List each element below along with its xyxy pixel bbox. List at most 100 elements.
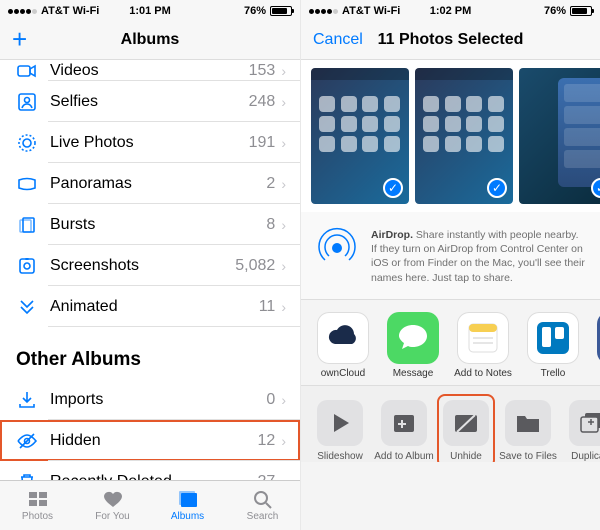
chevron-right-icon: › bbox=[281, 299, 286, 315]
album-row[interactable]: Imports 0 › bbox=[0, 379, 300, 420]
album-label: Recently Deleted bbox=[50, 473, 258, 481]
album-row[interactable]: Videos 153 › bbox=[0, 60, 300, 81]
chevron-right-icon: › bbox=[281, 63, 286, 79]
album-row[interactable]: Hidden 12 › bbox=[0, 420, 300, 461]
action-play[interactable]: Slideshow bbox=[315, 400, 365, 462]
selected-thumbnails[interactable]: ✓ ✓ ✓ bbox=[301, 60, 600, 212]
check-icon: ✓ bbox=[383, 178, 403, 198]
tab-for-you-icon bbox=[101, 489, 125, 509]
album-label: Screenshots bbox=[50, 257, 235, 275]
album-count: 2 bbox=[266, 175, 275, 193]
album-label: Imports bbox=[50, 391, 266, 409]
action-duplicate[interactable]: Duplicate bbox=[567, 400, 600, 462]
album-count: 5,082 bbox=[235, 257, 275, 275]
chevron-right-icon: › bbox=[281, 94, 286, 110]
album-label: Animated bbox=[50, 298, 259, 316]
album-label: Videos bbox=[50, 62, 249, 80]
album-row[interactable]: Selfies 248 › bbox=[0, 81, 300, 122]
phone-albums: AT&T Wi-Fi 1:01 PM 76% + Albums Videos 1… bbox=[0, 0, 300, 530]
action-label: Save to Files bbox=[499, 451, 557, 462]
trash-icon bbox=[16, 471, 38, 481]
actions-row[interactable]: Slideshow Add to Album Unhide Save to Fi… bbox=[301, 386, 600, 462]
clock: 1:01 PM bbox=[103, 5, 198, 17]
tab-albums[interactable]: Albums bbox=[150, 481, 225, 530]
albums-list[interactable]: Videos 153 › Selfies 248 › Live Photos 1… bbox=[0, 60, 300, 480]
page-title: Albums bbox=[0, 31, 300, 49]
album-label: Panoramas bbox=[50, 175, 266, 193]
share-app-label: Message bbox=[393, 368, 434, 379]
cancel-button[interactable]: Cancel bbox=[313, 31, 363, 49]
signal-icon bbox=[309, 9, 338, 14]
share-app-owncloud[interactable]: ownCloud bbox=[315, 312, 371, 379]
animated-icon bbox=[16, 296, 38, 318]
nav-bar: Cancel 11 Photos Selected bbox=[301, 20, 600, 60]
status-bar: AT&T Wi-Fi 1:01 PM 76% bbox=[0, 0, 300, 20]
album-count: 248 bbox=[249, 93, 276, 111]
add-button[interactable]: + bbox=[12, 24, 27, 55]
status-bar: AT&T Wi-Fi 1:02 PM 76% bbox=[301, 0, 600, 20]
tab-label: Photos bbox=[22, 511, 53, 522]
album-count: 27 bbox=[258, 473, 276, 481]
tab-for-you[interactable]: For You bbox=[75, 481, 150, 530]
thumbnail[interactable]: ✓ bbox=[519, 68, 600, 204]
action-folder[interactable]: Save to Files bbox=[503, 400, 553, 462]
imports-icon bbox=[16, 389, 38, 411]
message-icon bbox=[387, 312, 439, 364]
share-app-message[interactable]: Message bbox=[385, 312, 441, 379]
livephotos-icon bbox=[16, 132, 38, 154]
share-sheet: AirDrop. Share instantly with people nea… bbox=[301, 212, 600, 530]
selfies-icon bbox=[16, 91, 38, 113]
tab-label: Albums bbox=[171, 511, 204, 522]
chevron-right-icon: › bbox=[281, 392, 286, 408]
album-row[interactable]: Recently Deleted 27 › bbox=[0, 461, 300, 480]
action-unhide[interactable]: Unhide bbox=[441, 398, 491, 462]
bursts-icon bbox=[16, 214, 38, 236]
battery-icon bbox=[570, 6, 592, 16]
hidden-icon bbox=[16, 430, 38, 452]
tab-bar: Photos For You Albums Search bbox=[0, 480, 300, 530]
album-label: Hidden bbox=[50, 432, 258, 450]
action-label: Slideshow bbox=[317, 451, 363, 462]
owncloud-icon bbox=[317, 312, 369, 364]
section-title-other: Other Albums bbox=[0, 327, 300, 379]
tab-photos[interactable]: Photos bbox=[0, 481, 75, 530]
battery-pct: 76% bbox=[244, 5, 266, 17]
album-count: 191 bbox=[249, 134, 276, 152]
album-count: 8 bbox=[266, 216, 275, 234]
battery-pct: 76% bbox=[544, 5, 566, 17]
album-row[interactable]: Screenshots 5,082 › bbox=[0, 245, 300, 286]
airdrop-row[interactable]: AirDrop. Share instantly with people nea… bbox=[301, 212, 600, 300]
share-app-label: Add to Notes bbox=[454, 368, 512, 379]
airdrop-icon bbox=[315, 226, 359, 270]
album-row[interactable]: Animated 11 › bbox=[0, 286, 300, 327]
share-app-label: Trello bbox=[541, 368, 566, 379]
tab-search[interactable]: Search bbox=[225, 481, 300, 530]
share-apps-row[interactable]: ownCloud Message Add to Notes Trello Fac… bbox=[301, 300, 600, 386]
action-label: Add to Album bbox=[374, 451, 433, 462]
tab-albums-icon bbox=[176, 489, 200, 509]
album-count: 153 bbox=[249, 62, 276, 80]
album-row[interactable]: Live Photos 191 › bbox=[0, 122, 300, 163]
battery-icon bbox=[270, 6, 292, 16]
play-icon bbox=[317, 400, 363, 446]
tab-search-icon bbox=[251, 489, 275, 509]
airdrop-text: AirDrop. Share instantly with people nea… bbox=[371, 226, 586, 285]
thumbnail[interactable]: ✓ bbox=[415, 68, 513, 204]
chevron-right-icon: › bbox=[281, 135, 286, 151]
share-app-notes[interactable]: Add to Notes bbox=[455, 312, 511, 379]
album-row[interactable]: Panoramas 2 › bbox=[0, 163, 300, 204]
album-count: 12 bbox=[258, 432, 276, 450]
chevron-right-icon: › bbox=[281, 474, 286, 481]
thumbnail[interactable]: ✓ bbox=[311, 68, 409, 204]
share-app-label: ownCloud bbox=[321, 368, 365, 379]
share-app-facebook[interactable]: Facebook bbox=[595, 312, 600, 379]
share-app-trello[interactable]: Trello bbox=[525, 312, 581, 379]
action-label: Unhide bbox=[450, 451, 482, 462]
tab-label: Search bbox=[247, 511, 279, 522]
tab-photos-icon bbox=[26, 489, 50, 509]
album-row[interactable]: Bursts 8 › bbox=[0, 204, 300, 245]
action-add-album[interactable]: Add to Album bbox=[379, 400, 429, 462]
album-count: 11 bbox=[259, 298, 276, 316]
screenshots-icon bbox=[16, 255, 38, 277]
clock: 1:02 PM bbox=[403, 5, 497, 17]
